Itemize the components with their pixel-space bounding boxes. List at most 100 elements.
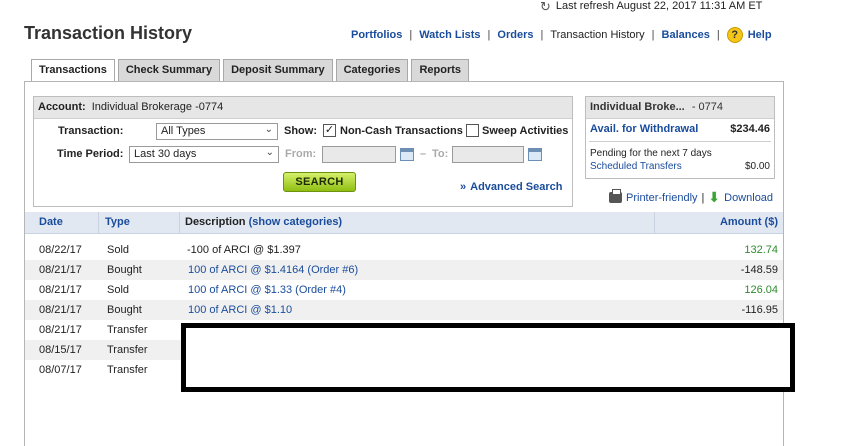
- col-description: Description (show categories): [185, 216, 342, 228]
- redaction-box: [181, 323, 795, 392]
- advanced-search-link[interactable]: » Advanced Search: [460, 181, 562, 193]
- show-label: Show:: [284, 125, 317, 137]
- refresh-text: Last refresh August 22, 2017 11:31 AM ET: [555, 0, 763, 12]
- row-date: 08/21/17: [39, 264, 82, 276]
- row-type: Bought: [107, 304, 142, 316]
- refresh-icon[interactable]: ↻: [540, 0, 551, 13]
- from-date-input[interactable]: [322, 146, 396, 163]
- non-cash-label: Non-Cash Transactions: [340, 125, 463, 137]
- print-download-bar: Printer-friendly | ⬇ Download: [609, 189, 773, 206]
- double-chevron-down-icon: »: [460, 181, 467, 193]
- row-description-link[interactable]: 100 of ARCI @ $1.4164 (Order #6): [188, 264, 358, 276]
- search-button[interactable]: SEARCH: [283, 172, 356, 192]
- chevron-down-icon: ⌄: [264, 124, 273, 135]
- calendar-icon[interactable]: [400, 148, 414, 161]
- pending-text: Pending for the next 7 days: [590, 148, 712, 159]
- col-type[interactable]: Type: [105, 216, 130, 228]
- refresh-status: ↻ Last refresh August 22, 2017 11:31 AM …: [540, 0, 763, 13]
- row-type: Bought: [107, 264, 142, 276]
- nav-balances[interactable]: Balances: [662, 29, 710, 41]
- table-header: Date Type Description (show categories) …: [25, 212, 783, 234]
- nav-portfolios[interactable]: Portfolios: [351, 29, 402, 41]
- non-cash-checkbox[interactable]: ✓: [323, 124, 336, 137]
- tab-reports[interactable]: Reports: [411, 59, 470, 81]
- row-type: Sold: [107, 284, 130, 296]
- tab-check-summary[interactable]: Check Summary: [117, 59, 221, 81]
- account-summary-panel: Individual Broke... - 0774 Avail. for Wi…: [585, 96, 775, 179]
- download-link[interactable]: Download: [724, 192, 773, 204]
- sweep-checkbox[interactable]: [466, 124, 479, 137]
- row-amount: -116.95: [741, 304, 779, 316]
- column-divider: [654, 212, 655, 234]
- pending-row: Pending for the next 7 days: [590, 148, 770, 159]
- top-nav: Portfolios | Watch Lists | Orders | Tran…: [351, 27, 772, 43]
- row-type: Transfer: [107, 364, 148, 376]
- avail-withdrawal-row: Avail. for Withdrawal $234.46: [590, 123, 770, 135]
- nav-separator: |: [716, 29, 720, 41]
- table-row: 08/21/17 Bought 100 of ARCI @ $1.4164 (O…: [25, 260, 783, 280]
- summary-account-suffix: - 0774: [691, 101, 724, 113]
- account-value: Individual Brokerage -0774: [91, 101, 224, 113]
- row-amount: 132.74: [744, 244, 778, 256]
- column-divider: [98, 212, 99, 234]
- column-divider: [179, 212, 180, 234]
- help-icon[interactable]: ?: [726, 27, 743, 43]
- row-description-link[interactable]: 100 of ARCI @ $1.33 (Order #4): [188, 284, 346, 296]
- nav-transaction-history: Transaction History: [550, 29, 645, 41]
- download-icon[interactable]: ⬇: [708, 189, 720, 206]
- nav-separator: |: [409, 29, 413, 41]
- tab-transactions[interactable]: Transactions: [31, 59, 115, 82]
- calendar-icon[interactable]: [528, 148, 542, 161]
- tab-categories[interactable]: Categories: [335, 59, 409, 81]
- row-date: 08/07/17: [39, 364, 82, 376]
- table-row: 08/22/17 Sold -100 of ARCI @ $1.397 132.…: [25, 240, 783, 260]
- row-description: -100 of ARCI @ $1.397: [187, 244, 301, 256]
- row-description-link[interactable]: 100 of ARCI @ $1.10: [188, 304, 292, 316]
- summary-account-name: Individual Broke...: [590, 101, 685, 113]
- avail-withdrawal-value: $234.46: [730, 123, 770, 135]
- nav-help[interactable]: Help: [748, 29, 772, 41]
- scheduled-transfers-link[interactable]: Scheduled Transfers: [590, 161, 682, 172]
- nav-watch-lists[interactable]: Watch Lists: [419, 29, 480, 41]
- nav-separator: |: [487, 29, 491, 41]
- row-date: 08/21/17: [39, 324, 82, 336]
- row-type: Transfer: [107, 344, 148, 356]
- row-type: Transfer: [107, 324, 148, 336]
- show-categories-link[interactable]: (show categories): [249, 216, 343, 228]
- row-type: Sold: [107, 244, 130, 256]
- scheduled-transfers-row: Scheduled Transfers $0.00: [590, 161, 770, 172]
- row-date: 08/15/17: [39, 344, 82, 356]
- row-date: 08/21/17: [39, 284, 82, 296]
- col-date[interactable]: Date: [39, 216, 63, 228]
- nav-separator: |: [540, 29, 544, 41]
- row-date: 08/21/17: [39, 304, 82, 316]
- row-amount: -148.59: [740, 264, 778, 276]
- transaction-type-select[interactable]: All Types ⌄: [156, 123, 278, 140]
- printer-icon[interactable]: [609, 189, 622, 203]
- nav-orders[interactable]: Orders: [497, 29, 533, 41]
- from-label: From:: [285, 148, 317, 160]
- sweep-label: Sweep Activities: [482, 125, 569, 137]
- account-bar: Account: Individual Brokerage -0774: [34, 97, 572, 119]
- row-date: 08/22/17: [39, 244, 82, 256]
- row-amount: 126.04: [744, 284, 778, 296]
- time-period-label: Time Period:: [57, 148, 124, 160]
- summary-header: Individual Broke... - 0774: [586, 97, 774, 119]
- printer-friendly-link[interactable]: Printer-friendly: [626, 192, 698, 204]
- summary-divider: [589, 141, 771, 142]
- date-range-dash: –: [420, 148, 427, 160]
- time-period-select[interactable]: Last 30 days ⌄: [129, 146, 279, 163]
- advanced-search-label: Advanced Search: [470, 181, 563, 193]
- action-separator: |: [701, 191, 705, 204]
- transaction-label: Transaction:: [58, 125, 124, 137]
- scheduled-transfers-value: $0.00: [744, 161, 770, 172]
- page-title: Transaction History: [24, 23, 193, 43]
- to-date-input[interactable]: [452, 146, 524, 163]
- avail-withdrawal-link[interactable]: Avail. for Withdrawal: [590, 123, 698, 135]
- col-amount[interactable]: Amount ($): [720, 216, 778, 228]
- time-period-value: Last 30 days: [134, 148, 197, 160]
- table-row: 08/21/17 Bought 100 of ARCI @ $1.10 -116…: [25, 300, 783, 320]
- tab-deposit-summary[interactable]: Deposit Summary: [223, 59, 333, 81]
- transaction-type-value: All Types: [161, 125, 206, 137]
- table-row: 08/21/17 Sold 100 of ARCI @ $1.33 (Order…: [25, 280, 783, 300]
